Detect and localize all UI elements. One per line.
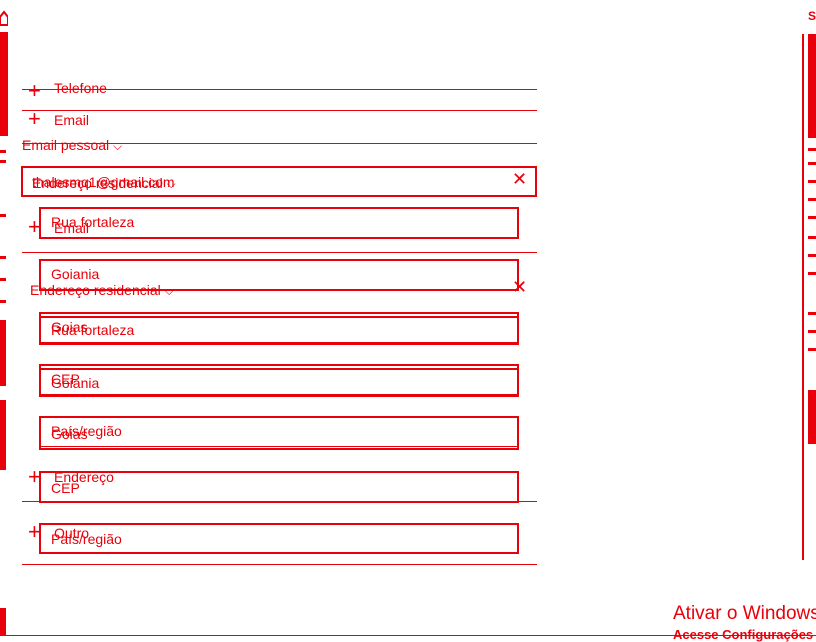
left-scroll-strip: [0, 32, 8, 136]
plus-icon[interactable]: +: [28, 108, 41, 130]
right-tick: [808, 348, 816, 351]
add-email-label-2[interactable]: Email: [54, 220, 89, 236]
close-icon[interactable]: ✕: [512, 170, 527, 188]
divider: [22, 564, 537, 565]
zip-field-2[interactable]: [39, 471, 519, 503]
zip-field-2-value: CEP: [51, 480, 80, 496]
right-tick: [808, 198, 816, 201]
left-tick: [0, 150, 6, 153]
email-type-dropdown[interactable]: Email pessoal ⌵: [22, 137, 122, 154]
activation-watermark-title: Ativar o Windows: [673, 603, 816, 624]
email-type-label: Email pessoal: [22, 137, 110, 153]
close-icon[interactable]: ✕: [512, 278, 527, 296]
divider: [22, 89, 537, 90]
address-type-overlap[interactable]: Endereço residencial ⌵: [32, 175, 176, 192]
chevron-down-icon: ⌵: [166, 177, 176, 191]
right-list-strip: [808, 390, 816, 444]
right-tick: [808, 216, 816, 219]
address-type-overlap-label: Endereço residencial: [32, 175, 163, 191]
divider: [22, 252, 537, 253]
chevron-down-icon: ⌵: [164, 284, 174, 298]
chevron-down-icon: ⌵: [113, 139, 123, 153]
left-bottom-strip: [0, 608, 6, 636]
plus-icon[interactable]: +: [28, 80, 41, 102]
add-phone-label[interactable]: Telefone: [54, 80, 107, 96]
right-tick: [808, 236, 816, 239]
home-icon[interactable]: [0, 10, 9, 26]
address-type-dropdown[interactable]: Endereço residencial ⌵: [30, 282, 174, 299]
divider: [39, 446, 519, 447]
country-field-2-value: País/região: [51, 531, 122, 547]
left-tick: [0, 278, 6, 281]
left-tick: [0, 300, 6, 303]
city-field-2[interactable]: [39, 368, 519, 397]
right-tick: [808, 330, 816, 333]
city-field-2-value: Goiania: [51, 375, 100, 391]
divider: [22, 110, 537, 111]
left-tick: [0, 214, 6, 217]
right-divider: [802, 34, 804, 560]
right-scroll-strip: [808, 34, 816, 138]
right-tick: [808, 254, 816, 257]
divider: [22, 501, 537, 502]
state-field-2-value: Goias: [51, 426, 88, 442]
right-tick: [808, 312, 816, 315]
city-field-value: Goiania: [51, 266, 100, 282]
right-tick: [808, 180, 816, 183]
right-panel-letter: S: [808, 9, 816, 23]
add-email-label[interactable]: Email: [54, 112, 89, 128]
right-tick: [808, 272, 816, 275]
right-tick: [808, 148, 816, 151]
right-tick: [808, 162, 816, 165]
left-tick: [0, 160, 6, 163]
address-type-label: Endereço residencial: [30, 282, 161, 298]
left-list-strip: [0, 320, 6, 386]
left-list-strip-2: [0, 400, 6, 470]
left-tick: [0, 256, 6, 259]
street-field-2-value: Rua fortaleza: [51, 322, 135, 338]
plus-icon[interactable]: +: [28, 216, 41, 238]
